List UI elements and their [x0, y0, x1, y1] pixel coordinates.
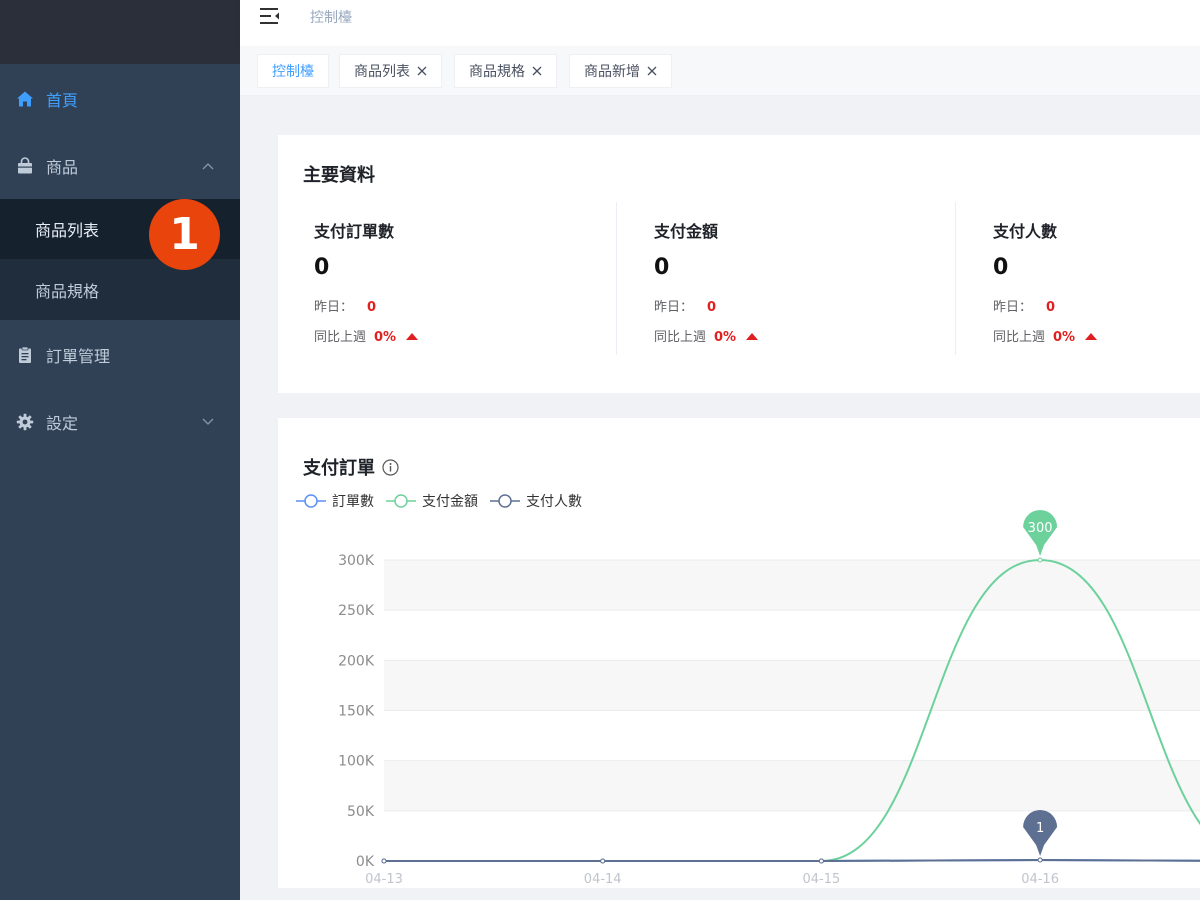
stat-people: 支付人數 0 昨日： 0 同比上週 0% [957, 215, 1200, 365]
clipboard-icon [16, 346, 34, 364]
overview-card: 主要資料 支付訂單數 0 昨日： 0 同比上週 0% 支付金額 0 昨日： 0 同比上… [278, 135, 1200, 393]
week-label: 同比上週 [993, 330, 1046, 345]
y-tick-label: 300K [338, 553, 375, 569]
yesterday-value: 0 [1046, 300, 1056, 315]
chevron-down-icon [202, 416, 214, 428]
x-tick-label: 04-15 [803, 872, 841, 887]
sidebar: 首頁 商品 商品列表 商品規格 訂單管理 設定 1 [0, 0, 240, 900]
stat-week: 同比上週 0% [314, 326, 419, 345]
sidebar-item-label: 訂單管理 [46, 347, 111, 366]
tag-label: 控制檯 [272, 64, 314, 80]
stat-yesterday: 昨日： 0 [993, 296, 1055, 315]
trend-up-icon [406, 333, 419, 340]
stat-week: 同比上週 0% [993, 326, 1098, 345]
x-tick-label: 04-16 [1021, 872, 1059, 887]
chart-card: 支付訂單 訂單數 支付金額 支付人數 0K 50K 100K 150K 200K 250K… [278, 418, 1200, 888]
breadcrumb: 控制檯 [310, 10, 352, 26]
stat-orders: 支付訂單數 0 昨日： 0 同比上週 0% [278, 215, 578, 365]
tag-product-list[interactable]: 商品列表 [339, 54, 442, 88]
data-point [381, 858, 387, 864]
tag-dashboard[interactable]: 控制檯 [257, 54, 329, 88]
x-tick-label: 04-14 [584, 872, 622, 887]
tag-label: 商品規格 [469, 64, 525, 80]
chevron-up-icon [202, 160, 214, 172]
stat-label: 支付金額 [654, 222, 719, 241]
week-label: 同比上週 [314, 330, 367, 345]
tag-label: 商品新增 [584, 64, 640, 80]
logo-bar [0, 0, 240, 64]
marker-label: 1 [1036, 821, 1044, 836]
stat-yesterday: 昨日： 0 [654, 296, 716, 315]
stat-yesterday: 昨日： 0 [314, 296, 376, 315]
y-tick-label: 100K [338, 754, 375, 770]
stat-week: 同比上週 0% [654, 326, 759, 345]
stat-value: 0 [654, 255, 670, 280]
y-tick-label: 250K [338, 603, 375, 619]
marker-label: 300 [1028, 521, 1053, 536]
data-point [1037, 857, 1043, 863]
sidebar-item-label: 首頁 [46, 91, 79, 110]
week-label: 同比上週 [654, 330, 707, 345]
y-tick-label: 200K [338, 653, 375, 669]
home-icon [16, 90, 34, 108]
yesterday-label: 昨日： [993, 300, 1033, 315]
sidebar-item-label: 設定 [46, 414, 79, 433]
card-title: 主要資料 [303, 165, 375, 186]
line-chart: 0K 50K 100K 150K 200K 250K 300K 04-13 04-14 04-15… [338, 510, 1200, 887]
week-value: 0% [374, 330, 397, 345]
data-point [818, 858, 824, 864]
stat-value: 0 [993, 255, 1009, 280]
stat-label: 支付人數 [993, 222, 1058, 241]
trend-up-icon [746, 333, 759, 340]
data-point [1037, 557, 1043, 563]
yesterday-label: 昨日： [654, 300, 694, 315]
grid-band [384, 660, 1200, 711]
sidebar-item-products[interactable]: 商品 [0, 132, 240, 200]
sidebar-item-settings[interactable]: 設定 [0, 388, 240, 456]
yesterday-label: 昨日： [314, 300, 354, 315]
sidebar-item-home[interactable]: 首頁 [0, 65, 240, 133]
sidebar-item-product-specs[interactable]: 商品規格 [0, 260, 240, 320]
tag-label: 商品列表 [354, 64, 410, 80]
yesterday-value: 0 [367, 300, 377, 315]
top-header: 控制檯 [240, 0, 1200, 46]
sidebar-item-label: 商品 [46, 158, 79, 177]
gear-icon [16, 413, 34, 431]
hamburger-icon[interactable] [260, 7, 280, 25]
shopping-bag-icon [16, 157, 34, 175]
yesterday-value: 0 [707, 300, 717, 315]
y-tick-label: 50K [347, 804, 375, 820]
y-tick-label: 0K [356, 854, 375, 870]
grid-band [384, 760, 1200, 811]
sidebar-item-label: 商品列表 [35, 221, 100, 240]
x-tick-label: 04-13 [365, 872, 403, 887]
divider [616, 202, 617, 355]
series-line [384, 858, 1200, 863]
sidebar-item-orders[interactable]: 訂單管理 [0, 321, 240, 389]
week-value: 0% [714, 330, 737, 345]
tag-product-specs[interactable]: 商品規格 [454, 54, 557, 88]
tags-bar: 控制檯 商品列表 商品規格 商品新增 [240, 46, 1200, 96]
week-value: 0% [1053, 330, 1076, 345]
trend-up-icon [1085, 333, 1098, 340]
stat-value: 0 [314, 255, 330, 280]
sidebar-item-label: 商品規格 [35, 282, 100, 301]
data-point [600, 858, 606, 864]
step-badge: 1 [149, 199, 220, 270]
close-icon[interactable] [417, 66, 427, 76]
close-icon[interactable] [647, 66, 657, 76]
tag-product-add[interactable]: 商品新增 [569, 54, 672, 88]
stat-label: 支付訂單數 [314, 222, 395, 241]
close-icon[interactable] [532, 66, 542, 76]
grid-band [384, 560, 1200, 611]
divider [955, 202, 956, 355]
stat-amount: 支付金額 0 昨日： 0 同比上週 0% [618, 215, 918, 365]
y-tick-label: 150K [338, 704, 375, 720]
